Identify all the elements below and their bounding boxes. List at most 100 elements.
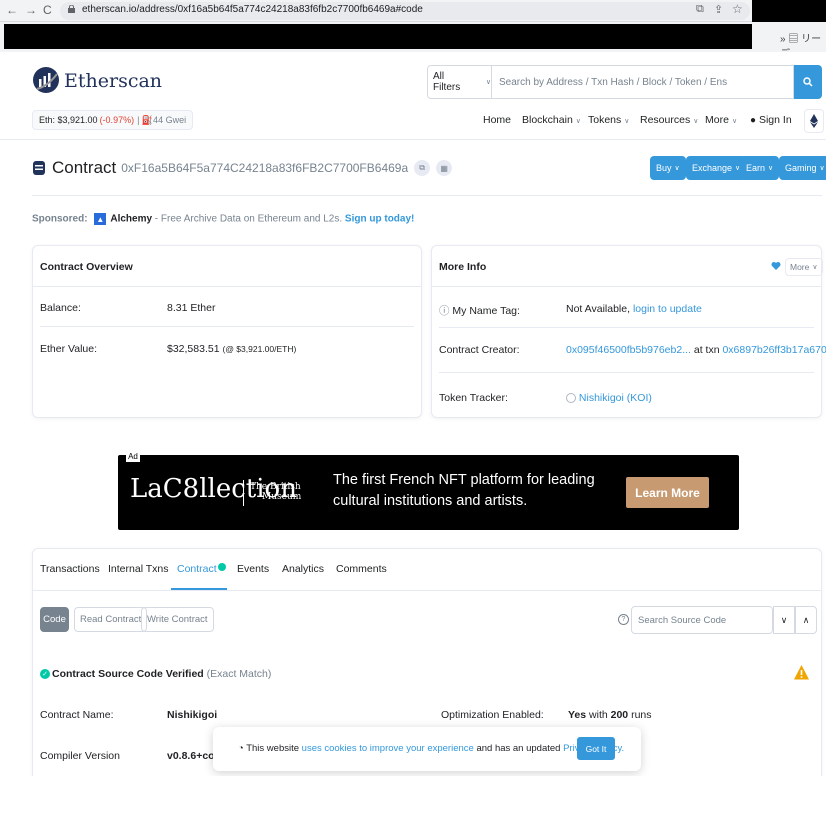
eth-price: Eth: $3,921.00 — [39, 115, 98, 125]
nav-tokens[interactable]: Tokens ∨ — [588, 114, 629, 126]
ad-learn-more-button[interactable]: Learn More — [626, 477, 709, 508]
nav-blockchain-label: Blockchain — [522, 114, 573, 126]
copy-icon[interactable]: ⧉ — [414, 160, 431, 176]
write-contract-button[interactable]: Write Contract — [141, 607, 214, 632]
buy-label: Buy — [656, 163, 672, 173]
nav-resources-label: Resources — [640, 114, 691, 126]
tab-internal-txns[interactable]: Internal Txns — [108, 563, 169, 575]
forward-icon[interactable]: → — [25, 3, 37, 17]
page-title: Contract — [52, 158, 117, 177]
divider — [33, 590, 821, 591]
source-search-input[interactable]: Search Source Code — [631, 606, 773, 634]
cookie-accept-button[interactable]: Got It — [577, 737, 615, 760]
ether-value: $32,583.51 (@ $3,921.00/ETH) — [167, 343, 296, 355]
ether-value-amount: $32,583.51 — [167, 343, 220, 355]
creator-label: Contract Creator: — [439, 344, 520, 356]
contract-name-label: Contract Name: — [40, 709, 114, 721]
chevron-down-icon: ∨ — [693, 118, 699, 125]
code-button[interactable]: Code — [40, 607, 69, 632]
sponsored-label: Sponsored: — [32, 213, 88, 225]
ether-value-note: (@ $3,921.00/ETH) — [222, 344, 297, 354]
cookie-policy-link[interactable]: uses cookies to improve your experience — [302, 743, 474, 754]
logo-text[interactable]: Etherscan — [64, 70, 162, 92]
divider — [432, 286, 821, 287]
verified-row: ✓ Contract Source Code Verified (Exact Ma… — [40, 668, 271, 680]
chevron-down-icon[interactable]: ∨ — [773, 606, 795, 634]
contract-icon — [33, 161, 45, 175]
more-dropdown-button[interactable]: More ∨ — [785, 258, 823, 276]
translate-icon[interactable]: ⧉ — [696, 3, 704, 16]
nav-more[interactable]: More ∨ — [705, 114, 737, 126]
reload-icon[interactable]: C — [43, 3, 52, 17]
nav-more-label: More — [705, 114, 729, 126]
login-link[interactable]: login to update — [633, 303, 702, 315]
help-icon[interactable]: ? — [618, 614, 629, 625]
network-switch[interactable] — [804, 109, 824, 133]
token-tracker-label: Token Tracker: — [439, 392, 508, 404]
check-circle-icon: ✓ — [40, 669, 50, 680]
filter-select[interactable]: All Filters ∨ — [427, 65, 491, 99]
back-icon[interactable]: ← — [6, 3, 18, 17]
opt-with: with — [586, 709, 611, 721]
tab-events[interactable]: Events — [237, 563, 269, 575]
divider — [40, 326, 414, 327]
source-search-placeholder: Search Source Code — [638, 614, 727, 626]
creator-value: 0x095f46500fb5b976eb2... at txn 0x6897b2… — [566, 344, 826, 356]
nav-tokens-label: Tokens — [588, 114, 622, 126]
chevron-up-icon[interactable]: ∧ — [795, 606, 817, 634]
name-tag-label-text: My Name Tag: — [452, 305, 520, 317]
heart-icon[interactable] — [771, 261, 781, 271]
sign-in-link[interactable]: ● Sign In — [750, 114, 792, 126]
etherscan-logo-icon[interactable] — [32, 66, 60, 94]
share-icon[interactable]: ⇪ — [714, 3, 723, 16]
sponsor-brand[interactable]: Alchemy — [110, 214, 152, 225]
eth-change: (-0.97%) — [99, 115, 135, 125]
divider — [32, 195, 822, 196]
nav-home[interactable]: Home — [483, 114, 511, 126]
creator-txn-link[interactable]: 0x6897b26ff3b17a670aa... — [722, 344, 826, 356]
tab-contract-label: Contract — [177, 563, 217, 575]
chevron-down-icon: ∨ — [731, 118, 738, 125]
ether-value-label: Ether Value: — [40, 343, 98, 355]
qr-code-icon[interactable]: ▦ — [436, 160, 453, 176]
nav-resources[interactable]: Resources ∨ — [640, 114, 698, 126]
star-icon[interactable]: ☆ — [732, 2, 743, 16]
tab-contract[interactable]: Contract — [177, 563, 226, 575]
earn-label: Earn — [746, 163, 766, 173]
nav-blockchain[interactable]: Blockchain ∨ — [522, 114, 581, 126]
chevron-down-icon: ∨ — [768, 165, 774, 172]
verified-note: (Exact Match) — [206, 668, 272, 680]
ad-headline: The first French NFT platform for leadin… — [333, 472, 595, 509]
tab-transactions[interactable]: Transactions — [40, 563, 100, 575]
earn-button[interactable]: Earn ∨ — [740, 156, 780, 180]
token-link[interactable]: Nishikigoi (KOI) — [579, 392, 652, 404]
buy-button[interactable]: Buy ∨ — [650, 156, 686, 180]
opt-runs-label: runs — [628, 709, 652, 721]
museum-line-1: The British — [250, 482, 301, 492]
exchange-button[interactable]: Exchange ∨ — [686, 156, 747, 180]
contract-name-value: Nishikigoi — [167, 709, 218, 721]
read-contract-button[interactable]: Read Contract — [74, 607, 148, 632]
search-input[interactable]: Search by Address / Txn Hash / Block / T… — [491, 65, 794, 99]
search-button[interactable] — [794, 65, 822, 99]
redacted-bookmarks — [4, 24, 752, 49]
verified-check-icon — [217, 563, 226, 571]
creator-address-link[interactable]: 0x095f46500fb5b976eb2... — [566, 344, 691, 356]
url-text[interactable]: etherscan.io/address/0xf16a5b64f5a774c24… — [82, 4, 423, 15]
tab-comments[interactable]: Comments — [336, 563, 387, 575]
sponsor-text: - Free Archive Data on Ethereum and L2s. — [152, 213, 345, 225]
ad-badge: Ad — [126, 450, 140, 462]
divider — [439, 327, 814, 328]
tab-analytics[interactable]: Analytics — [282, 563, 324, 575]
alchemy-logo-icon: ▲ — [94, 213, 107, 225]
search-icon — [803, 77, 813, 87]
gaming-button[interactable]: Gaming ∨ — [779, 156, 826, 180]
creator-at-text: at txn — [690, 344, 723, 356]
warning-icon[interactable] — [793, 664, 810, 681]
eth-price-badge: Eth: $3,921.00 (-0.97%) | ⛽44 Gwei — [32, 110, 194, 130]
sponsor-cta-link[interactable]: Sign up today! — [345, 214, 414, 225]
cookie-icon: ◔ — [238, 743, 244, 754]
chevron-down-icon: ∨ — [812, 264, 818, 271]
ad-museum-logo: The British Museum — [250, 482, 301, 502]
sponsored-line: Sponsored: ▲ Alchemy - Free Archive Data … — [32, 213, 414, 225]
